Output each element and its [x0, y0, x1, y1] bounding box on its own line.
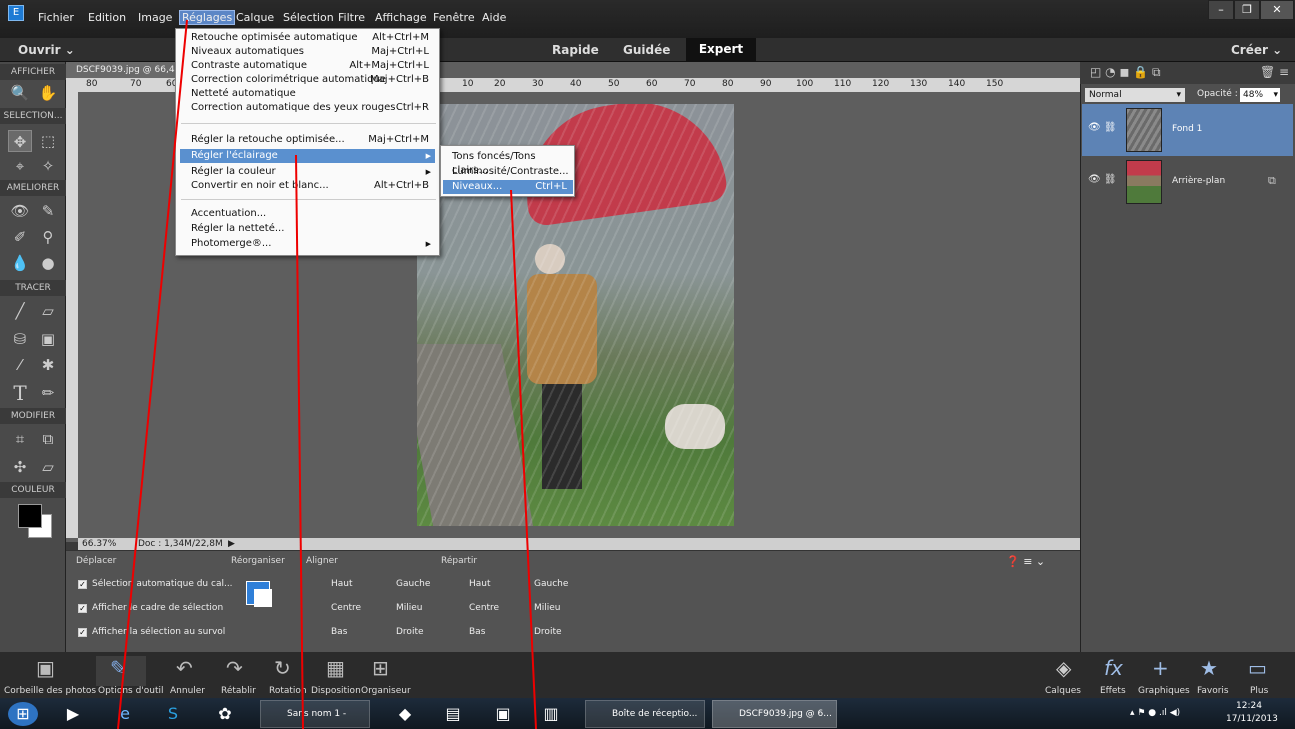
annotation-line: [117, 19, 188, 729]
annotation-line: [295, 154, 304, 729]
annotation-line: [510, 189, 537, 729]
annotation-lines: [117, 19, 537, 729]
